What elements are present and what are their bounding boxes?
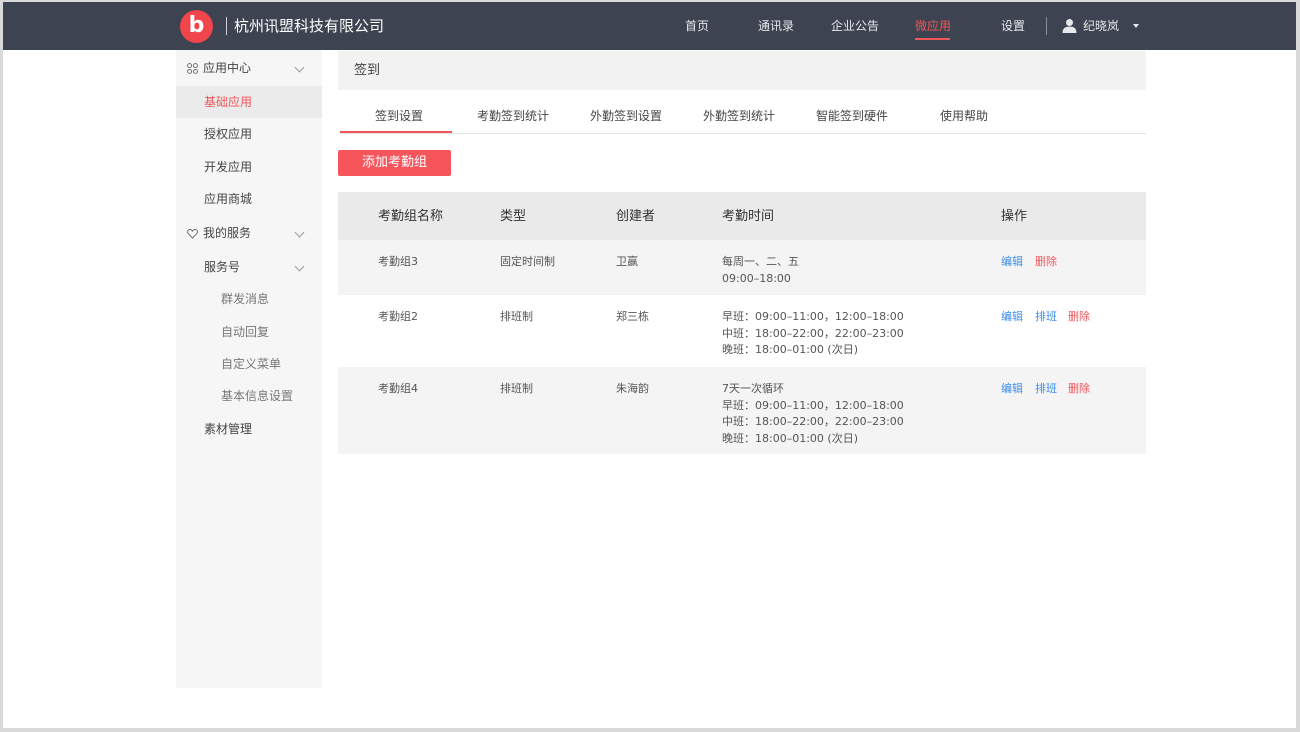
sidebar-item-label: 素材管理 <box>204 422 253 436</box>
sidebar-item-auto-reply[interactable]: 自动回复 <box>176 316 322 348</box>
heart-icon <box>187 228 198 239</box>
attendance-table: 考勤组名称 类型 创建者 考勤时间 操作 考勤组3 固定时间制 卫赢 每周一、二… <box>338 192 1146 454</box>
time-line: 09:00–18:00 <box>722 271 791 285</box>
nav-contacts[interactable]: 通讯录 <box>758 18 794 34</box>
company-logo[interactable]: b <box>180 10 213 43</box>
time-line: 中班：18:00–22:00，22:00–23:00 <box>722 326 904 340</box>
sidebar-item-materials[interactable]: 素材管理 <box>176 413 322 445</box>
cell-type: 排班制 <box>500 310 533 323</box>
company-name: 杭州讯盟科技有限公司 <box>234 17 385 35</box>
sidebar-item-label: 服务号 <box>204 260 241 274</box>
column-header-actions: 操作 <box>1001 209 1028 224</box>
time-line: 每周一、二、五 <box>722 255 799 268</box>
logo-letter: b <box>188 13 205 38</box>
cell-time: 7天一次循环 早班：09:00–11:00，12:00–18:00 中班：18:… <box>722 381 904 447</box>
column-header-creator: 创建者 <box>616 209 656 224</box>
page-title: 签到 <box>354 63 381 78</box>
edit-button[interactable]: 编辑 <box>1001 254 1023 270</box>
cell-creator: 朱海韵 <box>616 382 649 395</box>
nav-announcements[interactable]: 企业公告 <box>831 18 879 34</box>
delete-button[interactable]: 删除 <box>1068 381 1090 397</box>
column-header-type: 类型 <box>500 209 527 224</box>
chevron-down-icon <box>294 62 305 73</box>
sidebar-group-label: 应用中心 <box>203 61 252 75</box>
cell-time: 每周一、二、五 09:00–18:00 <box>722 254 799 287</box>
sidebar-item-basic-apps[interactable]: 基础应用 <box>176 86 322 118</box>
table-header: 考勤组名称 类型 创建者 考勤时间 操作 <box>338 192 1146 240</box>
add-attendance-group-button[interactable]: 添加考勤组 <box>338 150 451 176</box>
time-line: 中班：18:00–22:00，22:00–23:00 <box>722 415 904 428</box>
sidebar-item-custom-menu[interactable]: 自定义菜单 <box>176 348 322 380</box>
user-menu-caret-icon[interactable] <box>1133 24 1139 28</box>
nav-divider <box>1046 17 1047 35</box>
time-line: 早班：09:00–11:00，12:00–18:00 <box>722 398 904 412</box>
sidebar-item-mass-message[interactable]: 群发消息 <box>176 283 322 315</box>
tab-field-checkin-stats[interactable]: 外勤签到统计 <box>703 108 775 124</box>
cell-type: 排班制 <box>500 382 533 395</box>
cell-group-name: 考勤组4 <box>378 382 418 395</box>
edit-button[interactable]: 编辑 <box>1001 309 1023 325</box>
cell-time: 早班：09:00–11:00，12:00–18:00 中班：18:00–22:0… <box>722 309 904 359</box>
sidebar-item-licensed-apps[interactable]: 授权应用 <box>176 118 322 150</box>
delete-button[interactable]: 删除 <box>1068 309 1090 325</box>
nav-home[interactable]: 首页 <box>685 18 709 34</box>
table-row: 考勤组2 排班制 郑三栋 早班：09:00–11:00，12:00–18:00 … <box>338 295 1146 367</box>
cell-group-name: 考勤组3 <box>378 255 418 268</box>
sidebar-item-basic-info[interactable]: 基本信息设置 <box>176 380 322 412</box>
app-window: b 杭州讯盟科技有限公司 首页 通讯录 企业公告 微应用 设置 纪晓岚 应用中心 <box>3 2 1296 728</box>
sidebar-item-label: 应用商城 <box>204 192 253 206</box>
column-header-time: 考勤时间 <box>722 209 775 224</box>
schedule-button[interactable]: 排班 <box>1035 381 1057 397</box>
sidebar-item-label: 群发消息 <box>221 292 270 306</box>
sidebar-item-label: 基础应用 <box>204 95 253 109</box>
chevron-down-icon <box>294 227 305 238</box>
tab-bar: 签到设置 考勤签到统计 外勤签到设置 外勤签到统计 智能签到硬件 使用帮助 <box>340 102 1146 134</box>
sidebar-item-label: 授权应用 <box>204 127 253 141</box>
sidebar-item-label: 自动回复 <box>221 325 270 339</box>
sidebar-group-label: 我的服务 <box>203 226 252 240</box>
sidebar-item-label: 开发应用 <box>204 160 253 174</box>
schedule-button[interactable]: 排班 <box>1035 309 1057 325</box>
sidebar-item-dev-apps[interactable]: 开发应用 <box>176 151 322 183</box>
tab-checkin-settings[interactable]: 签到设置 <box>375 108 423 124</box>
sidebar-group-app-center[interactable]: 应用中心 <box>176 52 322 84</box>
nav-active-underline <box>915 38 950 40</box>
table-row: 考勤组4 排班制 朱海韵 7天一次循环 早班：09:00–11:00，12:00… <box>338 367 1146 454</box>
tab-attendance-stats[interactable]: 考勤签到统计 <box>477 108 549 124</box>
column-header-name: 考勤组名称 <box>378 209 444 224</box>
sidebar-item-label: 自定义菜单 <box>221 357 282 371</box>
cell-group-name: 考勤组2 <box>378 310 418 323</box>
nav-settings[interactable]: 设置 <box>1001 18 1025 34</box>
nav-micro-apps[interactable]: 微应用 <box>915 18 951 34</box>
user-icon[interactable] <box>1062 18 1077 33</box>
cell-creator: 郑三栋 <box>616 310 649 323</box>
sidebar-item-label: 基本信息设置 <box>221 389 294 403</box>
delete-button[interactable]: 删除 <box>1035 254 1057 270</box>
page-header: 签到 <box>338 51 1146 90</box>
tab-help[interactable]: 使用帮助 <box>940 108 988 124</box>
sidebar-item-service-account[interactable]: 服务号 <box>176 251 322 283</box>
chevron-down-icon <box>294 261 305 272</box>
table-row: 考勤组3 固定时间制 卫赢 每周一、二、五 09:00–18:00 编辑 删除 <box>338 240 1146 295</box>
cell-type: 固定时间制 <box>500 255 555 268</box>
top-navbar: b 杭州讯盟科技有限公司 首页 通讯录 企业公告 微应用 设置 纪晓岚 <box>3 2 1296 50</box>
user-name[interactable]: 纪晓岚 <box>1083 18 1119 34</box>
time-line: 晚班：18:00–01:00 (次日) <box>722 343 858 356</box>
cell-creator: 卫赢 <box>616 255 638 268</box>
tab-active-underline <box>340 131 452 133</box>
time-line: 晚班：18:00–01:00 (次日) <box>722 431 858 445</box>
sidebar: 应用中心 基础应用 授权应用 开发应用 应用商城 我的服务 服务号 群发消息 自… <box>176 50 322 688</box>
sidebar-item-app-store[interactable]: 应用商城 <box>176 183 322 215</box>
tab-smart-hardware[interactable]: 智能签到硬件 <box>816 108 888 124</box>
tab-field-checkin-settings[interactable]: 外勤签到设置 <box>590 108 662 124</box>
sidebar-group-my-services[interactable]: 我的服务 <box>176 217 322 249</box>
apps-grid-icon <box>187 63 198 74</box>
logo-divider <box>226 17 227 35</box>
time-line: 早班：09:00–11:00，12:00–18:00 <box>722 310 904 323</box>
time-line: 7天一次循环 <box>722 382 784 395</box>
edit-button[interactable]: 编辑 <box>1001 381 1023 397</box>
